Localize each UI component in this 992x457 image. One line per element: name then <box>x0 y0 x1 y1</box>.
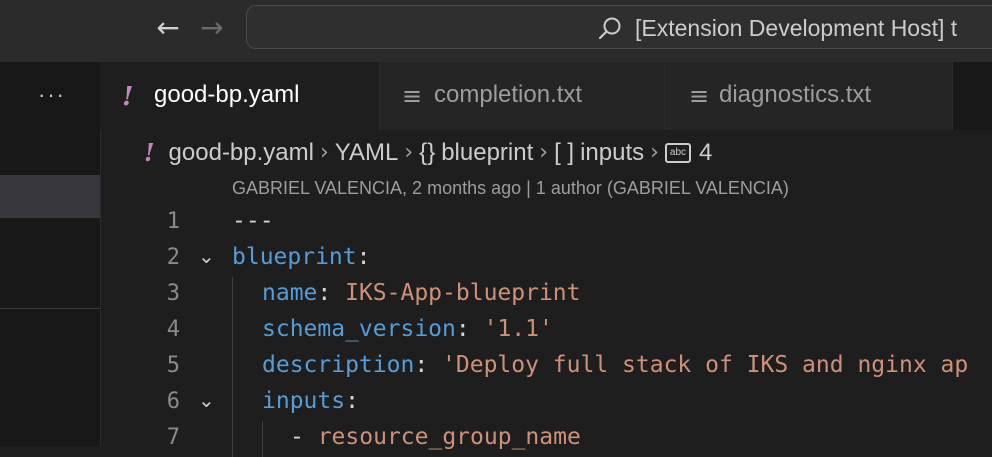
yaml-value: IKS-App-blueprint <box>345 280 581 306</box>
code-line[interactable]: 7 - resource_group_name <box>0 421 992 457</box>
text-file-icon: ≡ <box>689 82 710 110</box>
arrow-left-icon[interactable]: ← <box>152 12 184 44</box>
tab-label: diagnostics.txt <box>719 81 872 108</box>
breadcrumb-inputs[interactable]: inputs <box>580 139 644 167</box>
line-number: 4 <box>166 317 180 342</box>
git-blame-codelens[interactable]: GABRIEL VALENCIA, 2 months ago | 1 autho… <box>232 178 789 199</box>
line-number: 2 <box>166 245 180 270</box>
chevron-right-icon: › <box>404 140 414 166</box>
yaml-file-icon: ! <box>144 138 155 168</box>
array-brackets-icon: [ ] <box>554 138 575 166</box>
line-number: 1 <box>166 209 180 234</box>
command-center-text: [Extension Development Host] t <box>635 15 958 41</box>
chevron-down-icon[interactable]: ⌄ <box>198 388 215 412</box>
yaml-value: resource_group_name <box>317 424 581 450</box>
yaml-key: schema_version <box>262 316 456 342</box>
yaml-dash: - <box>290 424 318 450</box>
code-line[interactable]: 1 --- <box>0 205 992 241</box>
code-text: inputs: <box>262 388 359 414</box>
code-line[interactable]: 2 ⌄ blueprint: <box>0 241 992 277</box>
yaml-key: description <box>262 352 415 378</box>
line-number: 7 <box>166 425 180 450</box>
code-text: - resource_group_name <box>290 424 581 450</box>
arrow-right-icon[interactable]: → <box>196 12 228 44</box>
yaml-colon: : <box>317 280 346 306</box>
yaml-value: '1.1' <box>483 316 553 342</box>
chevron-down-icon[interactable]: ⌄ <box>198 244 215 268</box>
string-icon: abc <box>664 142 691 163</box>
yaml-colon: : <box>455 316 484 342</box>
title-bar: ← → [Extension Development Host] t <box>0 0 992 63</box>
code-line[interactable]: 5 description: 'Deploy full stack of IKS… <box>0 349 992 385</box>
yaml-key: inputs <box>262 388 346 414</box>
tab-completion-txt[interactable]: ≡ completion.txt <box>380 62 665 130</box>
tab-diagnostics-txt[interactable]: ≡ diagnostics.txt <box>665 62 953 130</box>
chevron-right-icon: › <box>319 140 329 166</box>
chevron-right-icon: › <box>539 140 549 166</box>
breadcrumb-language[interactable]: YAML <box>335 139 399 167</box>
tab-good-bp-yaml[interactable]: ! good-bp.yaml <box>100 62 380 130</box>
chevron-right-icon: › <box>650 140 659 166</box>
yaml-value: 'Deploy full stack of IKS and nginx ap <box>442 352 969 378</box>
yaml-file-icon: ! <box>122 82 134 112</box>
code-line[interactable]: 3 name: IKS-App-blueprint <box>0 277 992 313</box>
code-text: blueprint: <box>232 244 370 270</box>
breadcrumb-blueprint[interactable]: blueprint <box>441 139 533 167</box>
yaml-colon: : <box>356 244 371 270</box>
yaml-key: blueprint <box>232 244 357 270</box>
tab-label: completion.txt <box>434 81 583 108</box>
object-braces-icon: {} <box>419 138 436 166</box>
code-line[interactable]: 4 schema_version: '1.1' <box>0 313 992 349</box>
yaml-colon: : <box>414 352 443 378</box>
search-icon <box>598 17 621 40</box>
breadcrumb-file[interactable]: good-bp.yaml <box>169 139 314 167</box>
code-text: name: IKS-App-blueprint <box>262 280 581 306</box>
more-actions-icon[interactable]: ··· <box>38 82 66 108</box>
command-center[interactable]: [Extension Development Host] t <box>246 5 992 49</box>
yaml-colon: : <box>345 388 359 414</box>
text-file-icon: ≡ <box>402 82 423 110</box>
code-text: description: 'Deploy full stack of IKS a… <box>262 352 968 378</box>
line-number: 6 <box>166 389 180 414</box>
line-number: 5 <box>166 353 180 378</box>
code-text: --- <box>232 208 274 234</box>
yaml-key: name <box>262 280 318 306</box>
line-number: 3 <box>166 281 180 306</box>
breadcrumb-item[interactable]: 4 <box>699 139 712 167</box>
breadcrumb: ! good-bp.yaml › YAML ›{} blueprint ›[ ] inputs… <box>144 138 712 172</box>
code-line[interactable]: 6 ⌄ inputs: <box>0 385 992 421</box>
tab-label: good-bp.yaml <box>154 81 300 108</box>
editor-tab-bar: ! good-bp.yaml ≡ completion.txt ≡ diagno… <box>100 62 992 130</box>
code-text: schema_version: '1.1' <box>262 316 553 342</box>
